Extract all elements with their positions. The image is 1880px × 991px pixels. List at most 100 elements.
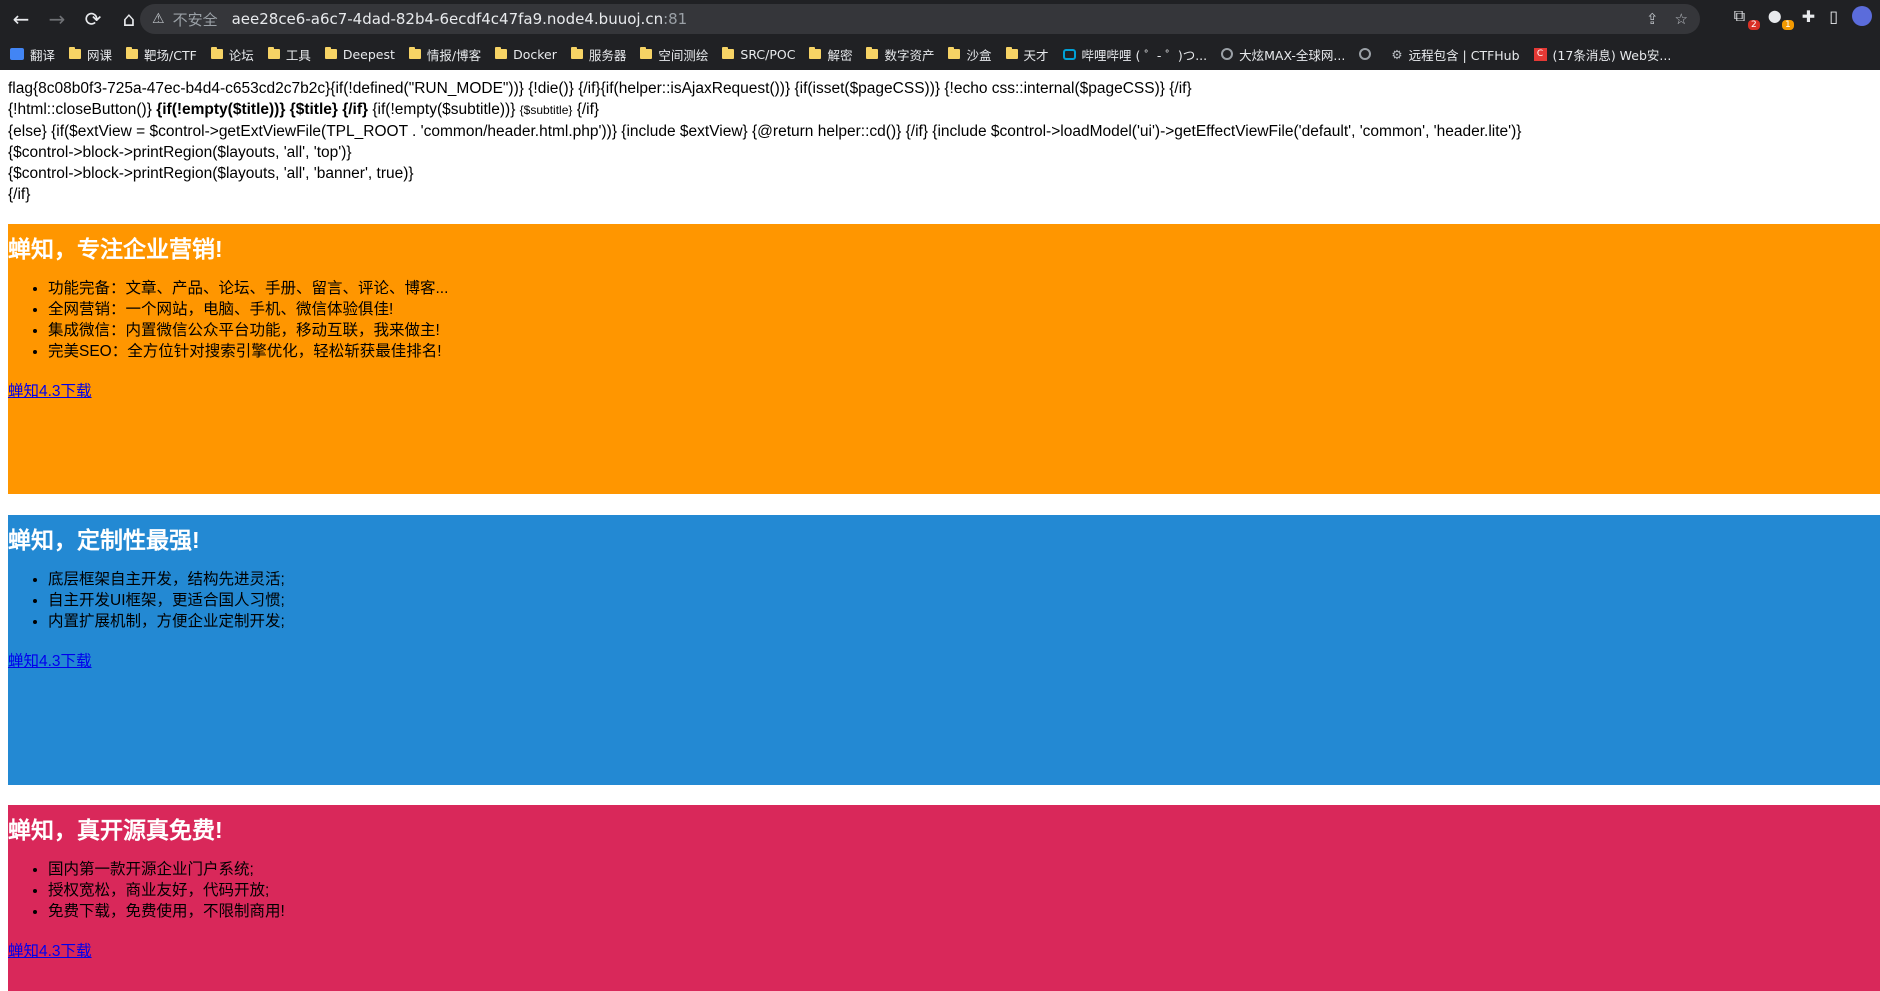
list-item: 内置扩展机制，方便企业定制开发;	[48, 611, 1880, 632]
bookmark-folder[interactable]: 论坛	[210, 45, 254, 64]
folder-icon	[1005, 47, 1018, 59]
list-item: 国内第一款开源企业门户系统;	[48, 859, 1880, 880]
bookmark-label: 哔哩哔哩 ( ゜- ゜)つ...	[1081, 47, 1208, 63]
translate-icon	[10, 48, 24, 60]
extension-badge: 1	[1782, 20, 1794, 30]
forward-icon[interactable]: →	[42, 4, 72, 34]
url-port: :81	[663, 10, 688, 28]
feature-list: 国内第一款开源企业门户系统; 授权宽松，商业友好，代码开放; 免费下载，免费使用…	[8, 859, 1880, 922]
reload-icon[interactable]: ⟳	[78, 4, 108, 34]
code-line: flag{8c08b0f3-725a-47ec-b4d4-c653cd2c7b2…	[8, 80, 1192, 97]
bookmark-link[interactable]: C (17条消息) Web安...	[1533, 45, 1671, 64]
bookmark-folder[interactable]: 数字资产	[866, 45, 934, 64]
bookmark-translate[interactable]: 翻译	[10, 45, 55, 64]
feature-list: 底层框架自主开发，结构先进灵活; 自主开发UI框架，更适合国人习惯; 内置扩展机…	[8, 569, 1880, 632]
globe-icon	[1359, 48, 1372, 60]
bookmark-label: 远程包含 | CTFHub	[1408, 47, 1520, 63]
extension-icon[interactable]: ⧉ 2	[1734, 6, 1760, 30]
code-line: {!html::closeButton()} {if(!empty($title…	[8, 99, 1880, 121]
code-text: {if(!empty($subtitle))}	[368, 101, 520, 118]
folder-icon	[570, 47, 583, 59]
bookmark-label: 论坛	[228, 47, 254, 63]
banner-title: 蝉知，定制性最强!	[8, 527, 200, 553]
bookmark-folder[interactable]: Deepest	[324, 47, 395, 62]
bookmark-label: 大炫MAX-全球网...	[1239, 47, 1346, 63]
bookmarks-bar: 翻译 网课 靶场/CTF 论坛 工具 Deepest 情报/博客 Docker …	[0, 38, 1880, 70]
folder-icon	[640, 47, 653, 59]
bookmark-folder[interactable]: 工具	[267, 45, 311, 64]
banner-title: 蝉知，专注企业营销!	[8, 236, 223, 262]
bookmark-label: Docker	[513, 46, 557, 62]
side-panel-icon[interactable]: ▯	[1829, 7, 1838, 26]
folder-icon	[722, 47, 735, 59]
bookmark-label: 空间测绘	[658, 47, 709, 63]
share-icon[interactable]: ⇪	[1646, 10, 1659, 28]
download-link[interactable]: 蝉知4.3下载	[8, 649, 92, 671]
feature-list: 功能完备：文章、产品、论坛、手册、留言、评论、博客... 全网营销：一个网站，电…	[8, 278, 1880, 362]
folder-icon	[69, 47, 82, 59]
bookmark-bilibili[interactable]: 哔哩哔哩 ( ゜- ゜)つ...	[1062, 45, 1208, 64]
extension-icon[interactable]: ● 1	[1768, 6, 1794, 30]
browser-chrome: ← → ⟳ ⌂ ⚠ 不安全 aee28ce6-a6c7-4dad-82b4-6e…	[0, 0, 1880, 70]
bilibili-icon	[1062, 48, 1076, 60]
bookmark-folder[interactable]: 空间测绘	[640, 45, 708, 64]
list-item: 免费下载，免费使用，不限制商用!	[48, 901, 1880, 922]
code-line: {$control->block->printRegion($layouts, …	[8, 144, 352, 161]
banner-title: 蝉知，真开源真免费!	[8, 817, 223, 843]
bookmark-label: SRC/POC	[740, 46, 796, 62]
folder-icon	[267, 47, 280, 59]
bookmark-star-icon[interactable]: ☆	[1675, 10, 1688, 28]
gear-icon: ⚙	[1391, 46, 1403, 62]
download-link[interactable]: 蝉知4.3下载	[8, 939, 92, 961]
bookmark-label: 情报/博客	[426, 47, 482, 63]
omnibox-actions: ⇪ ☆	[1646, 10, 1688, 28]
csdn-icon: C	[1533, 47, 1547, 61]
page-content: flag{8c08b0f3-725a-47ec-b4d4-c653cd2c7b2…	[0, 70, 1880, 991]
bookmark-link[interactable]: 大炫MAX-全球网...	[1221, 45, 1345, 64]
bookmark-folder[interactable]: 情报/博客	[408, 45, 482, 64]
folder-icon	[866, 47, 879, 59]
list-item: 自主开发UI框架，更适合国人习惯;	[48, 590, 1880, 611]
address-bar[interactable]: ⚠ 不安全 aee28ce6-a6c7-4dad-82b4-6ecdf4c47f…	[140, 4, 1700, 34]
bookmark-label: 天才	[1023, 47, 1049, 63]
bookmark-label: 服务器	[588, 47, 627, 63]
code-small-text: {$subtitle}	[519, 103, 573, 117]
insecure-label: 不安全	[172, 10, 218, 29]
bookmark-link[interactable]: ⚙ 远程包含 | CTFHub	[1391, 45, 1519, 64]
bookmark-label: 解密	[827, 47, 853, 63]
list-item: 完美SEO：全方位针对搜索引擎优化，轻松斩获最佳排名!	[48, 341, 1880, 362]
code-line: {/if}	[8, 186, 31, 203]
code-text: {!html::closeButton()}	[8, 101, 157, 118]
bookmark-folder[interactable]: 服务器	[570, 45, 627, 64]
avatar[interactable]	[1852, 6, 1872, 26]
list-item: 授权宽松，商业友好，代码开放;	[48, 880, 1880, 901]
list-item: 集成微信：内置微信公众平台功能，移动互联，我来做主!	[48, 320, 1880, 341]
bookmark-label: 翻译	[30, 47, 56, 63]
folder-icon	[210, 47, 223, 59]
download-link[interactable]: 蝉知4.3下载	[8, 379, 92, 401]
bookmark-folder[interactable]: Docker	[495, 47, 557, 62]
bookmark-folder[interactable]: 靶场/CTF	[126, 45, 197, 64]
bookmark-folder[interactable]: 解密	[809, 45, 852, 64]
bookmark-label: 沙盒	[966, 47, 992, 63]
folder-icon	[809, 47, 822, 59]
folder-icon	[495, 47, 508, 59]
bookmark-folder[interactable]: 网课	[69, 45, 112, 64]
template-source-output: flag{8c08b0f3-725a-47ec-b4d4-c653cd2c7b2…	[0, 70, 1880, 205]
code-bold-text: {if(!empty($title))} {$title} {/if}	[156, 101, 369, 118]
browser-toolbar: ← → ⟳ ⌂ ⚠ 不安全 aee28ce6-a6c7-4dad-82b4-6e…	[0, 0, 1880, 38]
bookmark-folder[interactable]: 天才	[1005, 45, 1049, 64]
bookmark-label: 数字资产	[884, 47, 935, 63]
warning-icon: ⚠	[152, 11, 165, 27]
bookmark-link[interactable]	[1359, 48, 1377, 60]
bookmark-folder[interactable]: 沙盒	[948, 45, 992, 64]
list-item: 全网营销：一个网站，电脑、手机、微信体验俱佳!	[48, 299, 1880, 320]
bookmark-label: 工具	[285, 47, 311, 63]
code-line: {$control->block->printRegion($layouts, …	[8, 165, 414, 182]
back-icon[interactable]: ←	[6, 4, 36, 34]
url-host: aee28ce6-a6c7-4dad-82b4-6ecdf4c47fa9.nod…	[231, 10, 664, 28]
banner-open-source: 蝉知，真开源真免费! 国内第一款开源企业门户系统; 授权宽松，商业友好，代码开放…	[8, 805, 1880, 991]
bookmark-folder[interactable]: SRC/POC	[722, 47, 795, 62]
puzzle-icon[interactable]: ✚	[1802, 7, 1815, 26]
folder-icon	[126, 47, 139, 59]
